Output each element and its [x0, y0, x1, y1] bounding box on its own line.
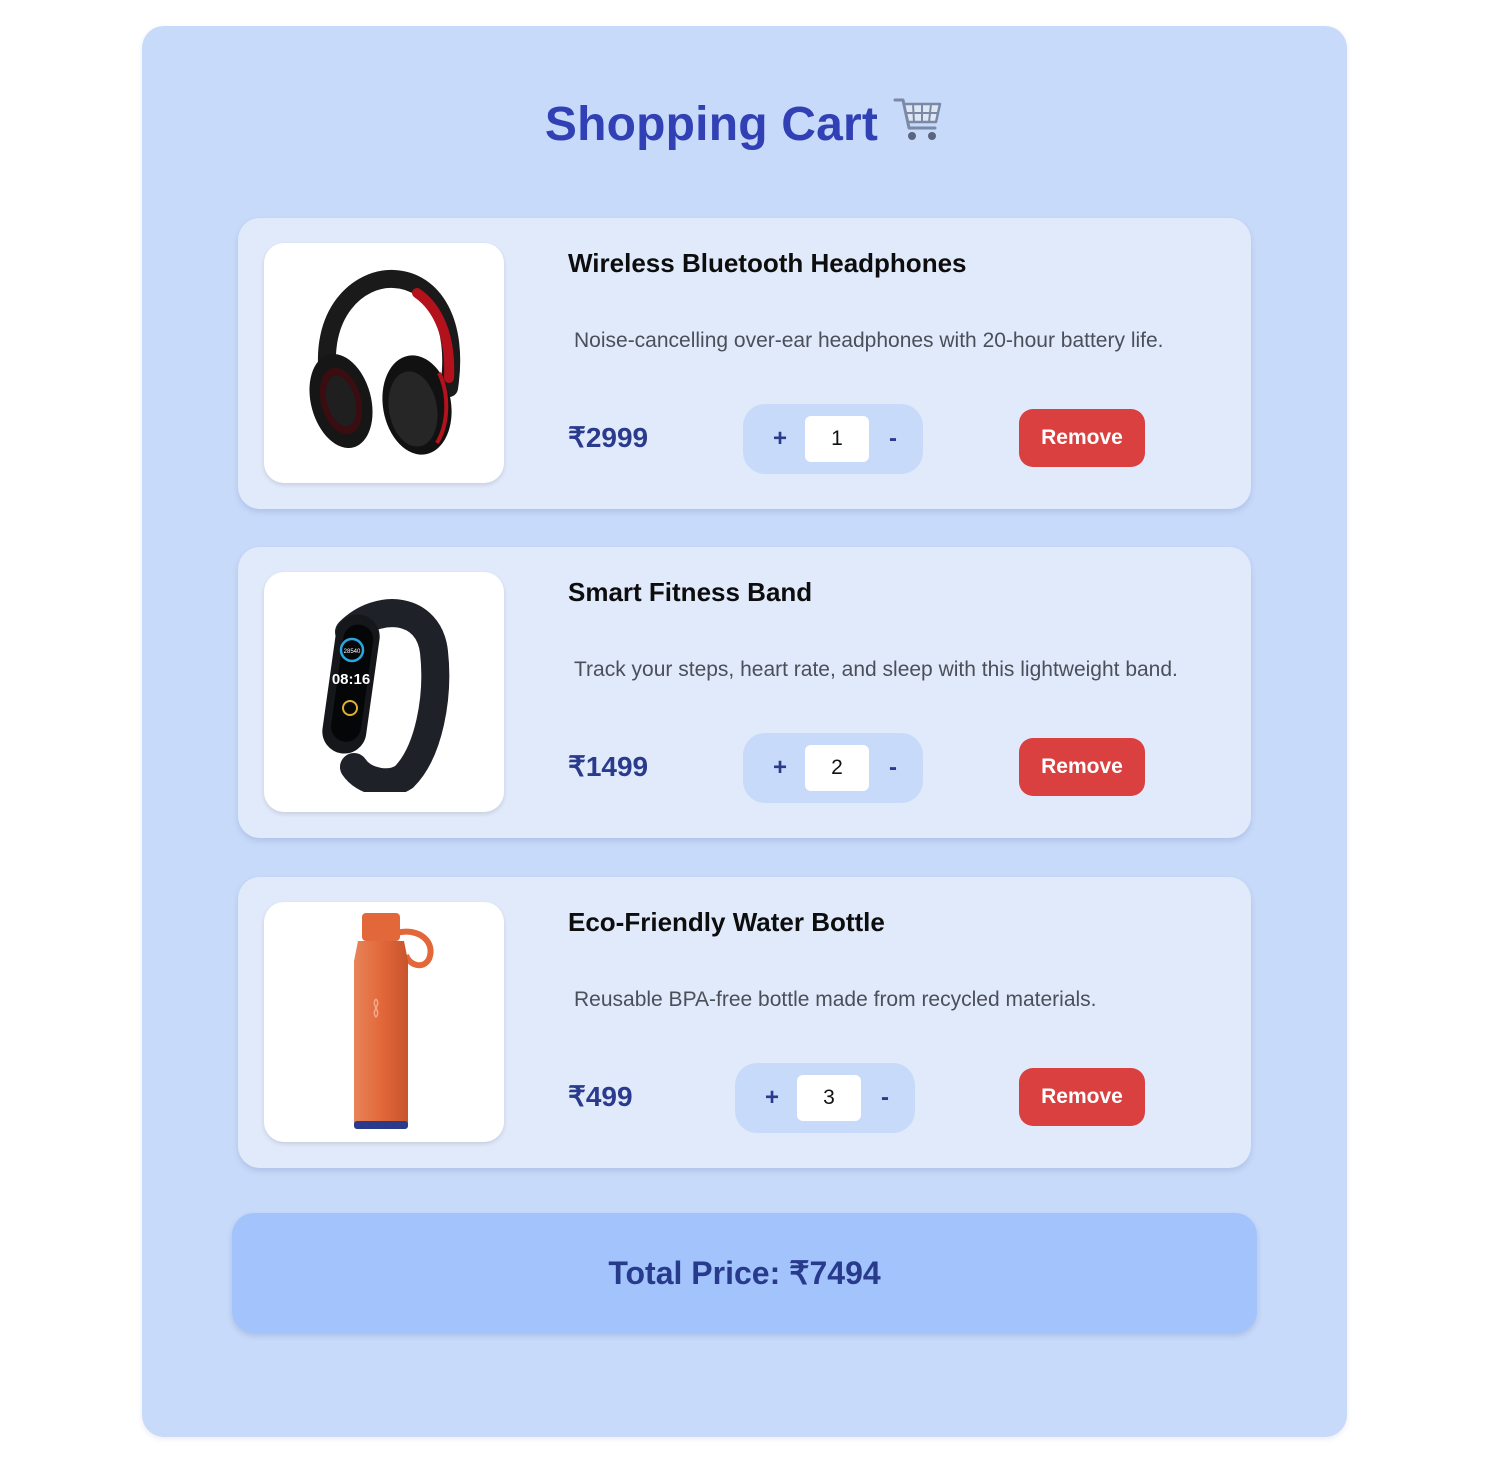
increase-quantity-button[interactable]: +	[742, 1063, 802, 1133]
product-name: Smart Fitness Band	[568, 577, 813, 607]
band-time-text: 08:16	[332, 671, 370, 688]
product-name: Eco-Friendly Water Bottle	[568, 907, 885, 937]
decrease-quantity-button[interactable]: -	[863, 733, 923, 803]
increase-quantity-button[interactable]: +	[750, 733, 810, 803]
total-price-label: Total Price:	[608, 1254, 781, 1291]
quantity-field[interactable]	[805, 745, 869, 791]
quantity-stepper: + -	[743, 404, 923, 474]
product-image-frame	[264, 243, 504, 483]
product-image-frame	[264, 902, 504, 1142]
decrease-quantity-button[interactable]: -	[855, 1063, 915, 1133]
shopping-cart-panel: Shopping Cart Wireless Bluetooth Headpho…	[142, 26, 1347, 1437]
remove-button[interactable]: Remove	[1019, 738, 1145, 796]
product-price: ₹499	[568, 1081, 633, 1112]
fitness-band-image: 28540 08:16	[322, 599, 450, 792]
remove-button[interactable]: Remove	[1019, 1068, 1145, 1126]
product-price: ₹1499	[568, 751, 649, 782]
shopping-cart-icon	[892, 94, 944, 156]
headphones-image	[309, 269, 461, 455]
cart-item: 28540 08:16 Smart Fitness Band Track you…	[238, 547, 1251, 838]
total-price-bar: Total Price: ₹7494	[232, 1213, 1257, 1333]
page-title-text: Shopping Cart	[544, 98, 879, 151]
quantity-field[interactable]	[805, 416, 869, 462]
product-price: ₹2999	[568, 422, 649, 453]
increase-quantity-button[interactable]: +	[750, 404, 810, 474]
quantity-stepper: + -	[743, 733, 923, 803]
page-title: Shopping Cart	[142, 94, 1347, 156]
product-description: Track your steps, heart rate, and sleep …	[574, 658, 1178, 681]
product-description: Noise-cancelling over-ear headphones wit…	[574, 329, 1164, 352]
total-price-value: ₹7494	[789, 1255, 881, 1291]
band-steps-text: 28540	[344, 649, 361, 655]
cart-item: Eco-Friendly Water Bottle Reusable BPA-f…	[238, 877, 1251, 1168]
quantity-stepper: + -	[735, 1063, 915, 1133]
product-description: Reusable BPA-free bottle made from recyc…	[574, 988, 1097, 1011]
decrease-quantity-button[interactable]: -	[863, 404, 923, 474]
product-name: Wireless Bluetooth Headphones	[568, 248, 967, 278]
remove-button[interactable]: Remove	[1019, 409, 1145, 467]
quantity-field[interactable]	[797, 1075, 861, 1121]
cart-item: Wireless Bluetooth Headphones Noise-canc…	[238, 218, 1251, 509]
shopping-cart-icon-svg	[893, 98, 942, 140]
product-image-frame: 28540 08:16	[264, 572, 504, 812]
water-bottle-image	[354, 913, 434, 1129]
